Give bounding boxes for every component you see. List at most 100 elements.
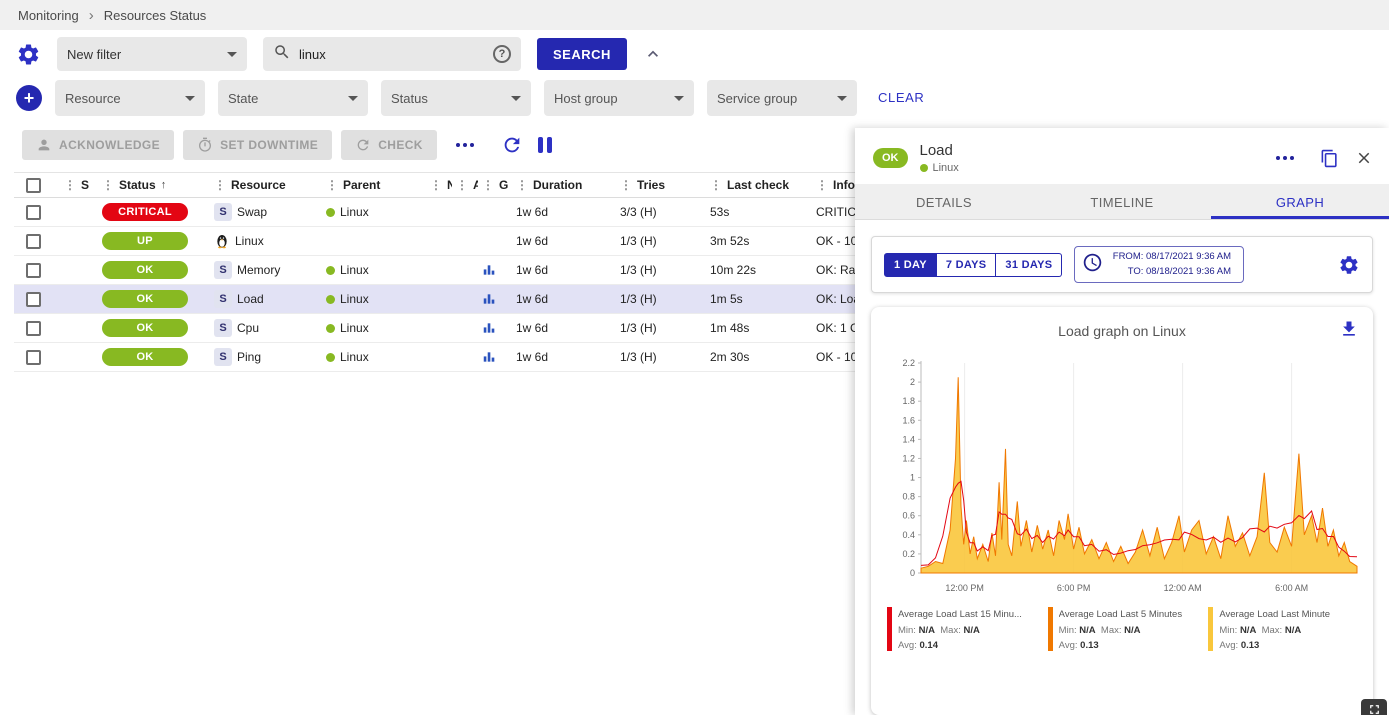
more-actions-icon[interactable] — [446, 137, 484, 153]
table-row[interactable]: CRITICALSSwapLinux1w 6d3/3 (H)53sCRITIC — [14, 198, 862, 227]
column-header-s[interactable]: ⋮S — [60, 178, 98, 192]
status-select[interactable]: Status — [381, 80, 531, 116]
drag-handle-icon[interactable]: ⋮ — [620, 178, 632, 192]
filter-settings-gear-icon[interactable] — [16, 42, 41, 67]
graph-settings-gear-icon[interactable] — [1338, 254, 1360, 276]
parent-cell[interactable]: Linux — [322, 321, 426, 335]
row-checkbox[interactable] — [26, 234, 41, 249]
drag-handle-icon[interactable]: ⋮ — [214, 178, 226, 192]
search-input[interactable] — [299, 47, 485, 62]
resource-cell[interactable]: SMemory — [210, 261, 322, 279]
download-icon[interactable] — [1339, 319, 1359, 344]
pause-icon[interactable] — [538, 137, 552, 153]
column-header-tries[interactable]: ⋮Tries — [616, 178, 706, 192]
copy-link-icon[interactable] — [1320, 149, 1339, 168]
column-header-g[interactable]: ⋮G — [478, 178, 512, 192]
range-7days-button[interactable]: 7 DAYS — [937, 253, 997, 277]
column-header-last-check[interactable]: ⋮Last check — [706, 178, 812, 192]
legend-item[interactable]: Average Load Last 15 Minu...Min: N/A Max… — [887, 607, 1036, 653]
resource-cell[interactable]: SLoad — [210, 290, 322, 308]
table-row[interactable]: OKSMemoryLinux1w 6d1/3 (H)10m 22sOK: Ra — [14, 256, 862, 285]
legend-item[interactable]: Average Load Last MinuteMin: N/A Max: N/… — [1208, 607, 1357, 653]
resource-select[interactable]: Resource — [55, 80, 205, 116]
parent-cell[interactable]: Linux — [322, 292, 426, 306]
drag-handle-icon[interactable]: ⋮ — [326, 178, 338, 192]
parent-cell[interactable]: Linux — [322, 263, 426, 277]
saved-filter-select[interactable]: New filter — [57, 37, 247, 71]
date-range-picker[interactable]: FROM: 08/17/2021 9:36 AM TO: 08/18/2021 … — [1074, 246, 1244, 283]
drag-handle-icon[interactable]: ⋮ — [64, 178, 76, 192]
graph-cell[interactable] — [478, 350, 512, 364]
to-label: TO: — [1110, 265, 1143, 280]
refresh-icon[interactable] — [501, 134, 523, 156]
table-row[interactable]: OKSPingLinux1w 6d1/3 (H)2m 30sOK - 10 — [14, 343, 862, 372]
column-header-n[interactable]: ⋮N — [426, 178, 452, 192]
row-checkbox[interactable] — [26, 321, 41, 336]
parent-status-dot — [326, 208, 335, 217]
add-filter-button[interactable]: + — [16, 85, 42, 111]
graph-cell[interactable] — [478, 263, 512, 277]
breadcrumb-monitoring[interactable]: Monitoring — [18, 8, 79, 23]
collapse-filters-chevron-up-icon[interactable] — [643, 44, 663, 64]
load-graph[interactable]: 12:00 PM6:00 PM12:00 AM6:00 AM00.20.40.6… — [879, 353, 1365, 601]
svg-text:0.4: 0.4 — [902, 530, 915, 540]
drag-handle-icon[interactable]: ⋮ — [456, 178, 468, 192]
set-downtime-button[interactable]: SET DOWNTIME — [183, 130, 332, 160]
search-icon — [273, 43, 291, 66]
service-group-select[interactable]: Service group — [707, 80, 857, 116]
drag-handle-icon[interactable]: ⋮ — [816, 178, 828, 192]
close-panel-icon[interactable] — [1355, 149, 1373, 167]
parent-cell[interactable]: Linux — [322, 205, 426, 219]
column-header-duration[interactable]: ⋮Duration — [512, 178, 616, 192]
column-header-resource[interactable]: ⋮Resource — [210, 178, 322, 192]
drag-handle-icon[interactable]: ⋮ — [102, 178, 114, 192]
graph-icon[interactable] — [482, 263, 496, 277]
host-group-select-label: Host group — [554, 91, 618, 106]
resource-cell[interactable]: SPing — [210, 348, 322, 366]
service-icon: S — [214, 261, 232, 279]
drag-handle-icon[interactable]: ⋮ — [430, 178, 442, 192]
table-row[interactable]: OKSCpuLinux1w 6d1/3 (H)1m 48sOK: 1 C — [14, 314, 862, 343]
legend-item[interactable]: Average Load Last 5 MinutesMin: N/A Max:… — [1048, 607, 1197, 653]
graph-icon[interactable] — [482, 321, 496, 335]
drag-handle-icon[interactable]: ⋮ — [710, 178, 722, 192]
search-box[interactable]: ? — [263, 37, 521, 71]
row-checkbox[interactable] — [26, 263, 41, 278]
help-icon[interactable]: ? — [493, 45, 511, 63]
range-31days-button[interactable]: 31 DAYS — [996, 253, 1062, 277]
tab-graph[interactable]: GRAPH — [1211, 184, 1389, 219]
column-header-a[interactable]: ⋮A — [452, 178, 478, 192]
check-button[interactable]: CHECK — [341, 130, 437, 160]
row-checkbox[interactable] — [26, 292, 41, 307]
graph-icon[interactable] — [482, 350, 496, 364]
column-header-parent[interactable]: ⋮Parent — [322, 178, 426, 192]
fullscreen-icon[interactable] — [1361, 699, 1387, 715]
select-all-checkbox[interactable] — [26, 178, 41, 193]
acknowledge-button[interactable]: ACKNOWLEDGE — [22, 130, 174, 160]
range-1day-button[interactable]: 1 DAY — [884, 253, 937, 277]
clear-filters-button[interactable]: CLEAR — [878, 90, 924, 105]
table-row[interactable]: OKSLoadLinux1w 6d1/3 (H)1m 5sOK: Loa — [14, 285, 862, 314]
tab-details[interactable]: DETAILS — [855, 184, 1033, 219]
table-row[interactable]: UPLinux1w 6d1/3 (H)3m 52sOK - 10 — [14, 227, 862, 256]
resource-cell[interactable]: Linux — [210, 233, 322, 249]
host-group-select[interactable]: Host group — [544, 80, 694, 116]
column-header-status[interactable]: ⋮Status↑ — [98, 178, 210, 192]
tab-timeline[interactable]: TIMELINE — [1033, 184, 1211, 219]
state-select[interactable]: State — [218, 80, 368, 116]
breadcrumb-resources-status[interactable]: Resources Status — [104, 8, 207, 23]
panel-more-actions-icon[interactable] — [1266, 150, 1304, 166]
search-button[interactable]: SEARCH — [537, 38, 627, 70]
parent-cell[interactable]: Linux — [322, 350, 426, 364]
resource-cell[interactable]: SSwap — [210, 203, 322, 221]
graph-cell[interactable] — [478, 321, 512, 335]
row-checkbox[interactable] — [26, 350, 41, 365]
graph-icon[interactable] — [482, 292, 496, 306]
svg-text:6:00 PM: 6:00 PM — [1057, 583, 1091, 593]
drag-handle-icon[interactable]: ⋮ — [516, 178, 528, 192]
drag-handle-icon[interactable]: ⋮ — [482, 178, 494, 192]
graph-cell[interactable] — [478, 292, 512, 306]
row-checkbox[interactable] — [26, 205, 41, 220]
status-badge: OK — [102, 290, 188, 308]
resource-cell[interactable]: SCpu — [210, 319, 322, 337]
